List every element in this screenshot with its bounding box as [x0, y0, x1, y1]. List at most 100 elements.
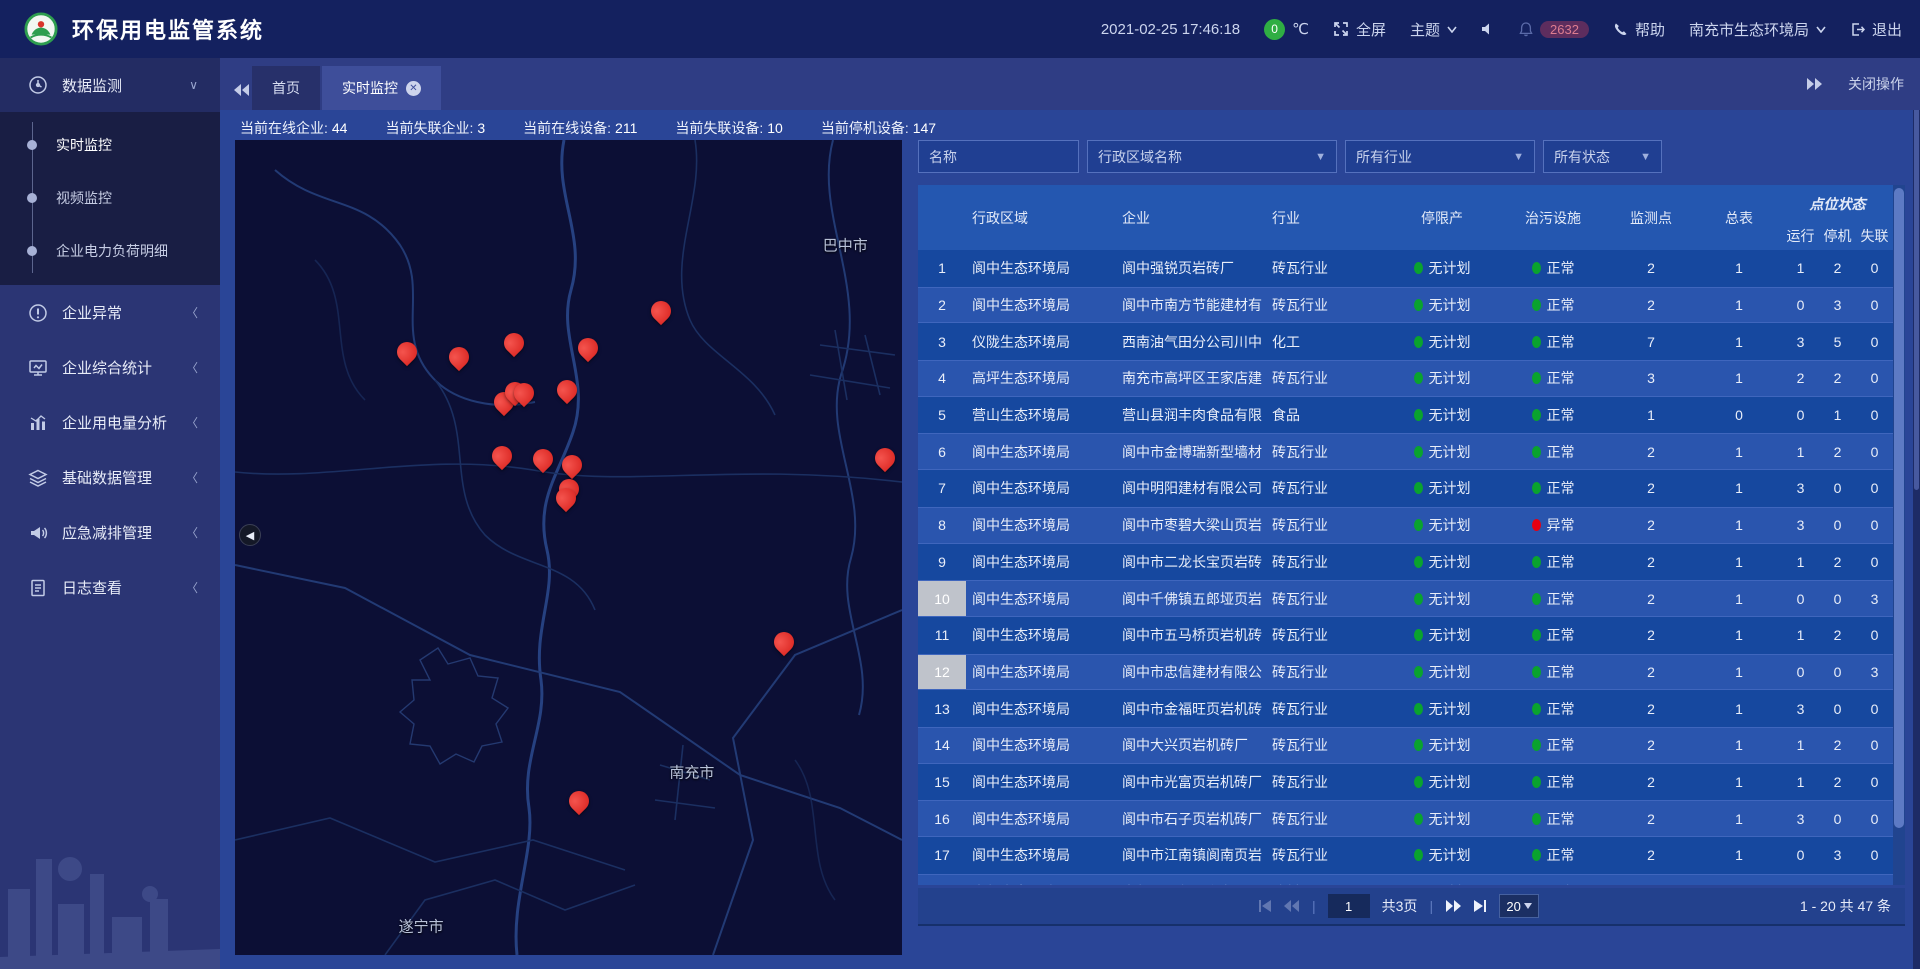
- table-row[interactable]: 1阆中生态环境局阆中强锐页岩砖厂砖瓦行业无计划正常21120: [918, 250, 1893, 287]
- table-row[interactable]: 18南部生态环境局南部县砒华山沟有限公建材加工无计划正常60060: [918, 874, 1893, 885]
- table-row[interactable]: 4高坪生态环境局南充市高坪区王家店建砖瓦行业无计划正常31220: [918, 360, 1893, 397]
- status-dot-green: [1414, 849, 1423, 861]
- table-row[interactable]: 16阆中生态环境局阆中市石子页岩机砖厂砖瓦行业无计划正常21300: [918, 800, 1893, 837]
- table-row[interactable]: 17阆中生态环境局阆中市江南镇阆南页岩砖瓦行业无计划正常21030: [918, 837, 1893, 874]
- tab-首页[interactable]: 首页: [252, 66, 320, 110]
- notifications-button[interactable]: 2632: [1519, 21, 1589, 38]
- cell-facility: 正常: [1500, 617, 1606, 654]
- cell-industry: 食品: [1266, 397, 1384, 434]
- cell-points: 6: [1606, 875, 1696, 885]
- cell-text: 阆中市南方节能建材有: [1122, 295, 1262, 315]
- industry-select[interactable]: 所有行业▼: [1345, 140, 1535, 173]
- cell-region: 阆中生态环境局: [966, 470, 1116, 507]
- map-panel[interactable]: 巴中市南充市遂宁市 ◀: [235, 140, 902, 955]
- last-page-button[interactable]: [1473, 900, 1487, 912]
- sidebar-group-企业综合统计[interactable]: 企业综合统计〈: [0, 340, 220, 395]
- sidebar-group-基础数据管理[interactable]: 基础数据管理〈: [0, 450, 220, 505]
- cell-run: 0: [1782, 397, 1819, 434]
- logout-button[interactable]: 退出: [1850, 19, 1902, 40]
- cell-facility: 正常: [1500, 837, 1606, 874]
- cell-company: 阆中大兴页岩机砖厂: [1116, 728, 1266, 763]
- cell-text: 砖瓦行业: [1272, 772, 1328, 792]
- cell-points: 3: [1606, 361, 1696, 396]
- sidebar-group-企业用电量分析[interactable]: 企业用电量分析〈: [0, 395, 220, 450]
- table-row[interactable]: 12阆中生态环境局阆中市忠信建材有限公砖瓦行业无计划正常21003: [918, 654, 1893, 691]
- cell-text: 1: [1735, 334, 1743, 350]
- cell-text: 正常: [1547, 845, 1575, 865]
- status-dot-green: [1532, 703, 1541, 715]
- window-scrollbar[interactable]: [1913, 58, 1920, 969]
- sidebar-group-数据监测[interactable]: 数据监测∨: [0, 58, 220, 112]
- cell-text: 5: [1834, 334, 1842, 350]
- cell-text: 1: [1735, 260, 1743, 276]
- status-select[interactable]: 所有状态▼: [1543, 140, 1662, 173]
- region-select[interactable]: 行政区域名称▼: [1087, 140, 1337, 173]
- cell-plan: 无计划: [1384, 323, 1500, 360]
- close-operations-button[interactable]: 关闭操作: [1848, 74, 1904, 94]
- first-page-button[interactable]: [1258, 900, 1272, 912]
- cell-text: 1: [1797, 627, 1805, 643]
- chevron-down-icon: ▼: [1640, 151, 1651, 163]
- cell-total: 1: [1696, 544, 1782, 581]
- table-row[interactable]: 13阆中生态环境局阆中市金福旺页岩机砖砖瓦行业无计划正常21300: [918, 690, 1893, 727]
- table-row[interactable]: 2阆中生态环境局阆中市南方节能建材有砖瓦行业无计划正常21030: [918, 287, 1893, 324]
- cell-region: 阆中生态环境局: [966, 544, 1116, 581]
- sidebar-item-实时监控[interactable]: 实时监控: [0, 118, 220, 171]
- cell-company: 阆中市忠信建材有限公: [1116, 655, 1266, 690]
- chevron-down-icon: ▼: [1315, 151, 1326, 163]
- table-row[interactable]: 5营山生态环境局营山县润丰肉食品有限食品无计划正常10010: [918, 397, 1893, 434]
- cell-lost: 0: [1856, 470, 1893, 507]
- cell-text: 阆中市五马桥页岩机砖: [1122, 625, 1262, 645]
- table-row[interactable]: 9阆中生态环境局阆中市二龙长宝页岩砖砖瓦行业无计划正常21120: [918, 544, 1893, 581]
- table-row[interactable]: 7阆中生态环境局阆中明阳建材有限公司砖瓦行业无计划正常21300: [918, 470, 1893, 507]
- org-dropdown[interactable]: 南充市生态环境局: [1689, 19, 1826, 40]
- help-button[interactable]: 帮助: [1613, 19, 1665, 40]
- row-number: 15: [918, 764, 966, 801]
- table-row[interactable]: 8阆中生态环境局阆中市枣碧大梁山页岩砖瓦行业无计划异常21300: [918, 507, 1893, 544]
- sidebar-item-企业电力负荷明细[interactable]: 企业电力负荷明细: [0, 224, 220, 277]
- page-number-input[interactable]: [1328, 894, 1370, 918]
- name-search-input[interactable]: 名称: [918, 140, 1079, 173]
- pager-divider: |: [1312, 898, 1316, 914]
- theme-dropdown[interactable]: 主题: [1410, 19, 1457, 40]
- table-row[interactable]: 15阆中生态环境局阆中市光富页岩机砖厂砖瓦行业无计划正常21120: [918, 764, 1893, 801]
- table-scrollbar[interactable]: [1893, 185, 1905, 885]
- table-row[interactable]: 3仪陇生态环境局西南油气田分公司川中化工无计划正常71350: [918, 323, 1893, 360]
- cell-facility: 正常: [1500, 655, 1606, 690]
- sidebar-group-应急减排管理[interactable]: 应急减排管理〈: [0, 505, 220, 560]
- cell-text: 1: [1735, 517, 1743, 533]
- page-size-select[interactable]: 20: [1499, 894, 1539, 918]
- map-collapse-button[interactable]: ◀: [239, 524, 261, 546]
- cell-text: 阆中生态环境局: [972, 772, 1070, 792]
- table-row[interactable]: 10阆中生态环境局阆中千佛镇五郎垭页岩砖瓦行业无计划正常21003: [918, 580, 1893, 617]
- cell-run: 1: [1782, 434, 1819, 469]
- table-row[interactable]: 14阆中生态环境局阆中大兴页岩机砖厂砖瓦行业无计划正常21120: [918, 727, 1893, 764]
- cell-facility: 正常: [1500, 581, 1606, 616]
- bullet-icon: [27, 193, 37, 203]
- cell-facility: 正常: [1500, 288, 1606, 323]
- tab-close-icon[interactable]: ✕: [406, 81, 421, 96]
- table-row[interactable]: 11阆中生态环境局阆中市五马桥页岩机砖砖瓦行业无计划正常21120: [918, 617, 1893, 654]
- tab-实时监控[interactable]: 实时监控✕: [322, 66, 441, 110]
- row-number: 2: [918, 288, 966, 323]
- sidebar-group-日志查看[interactable]: 日志查看〈: [0, 560, 220, 615]
- fullscreen-button[interactable]: 全屏: [1333, 19, 1386, 40]
- tabs-scroll-right-icon[interactable]: [1806, 78, 1822, 90]
- cell-text: 1: [1647, 407, 1655, 423]
- prev-page-button[interactable]: [1284, 900, 1300, 912]
- sound-button[interactable]: [1481, 22, 1495, 36]
- sidebar-item-视频监控[interactable]: 视频监控: [0, 171, 220, 224]
- gauge-icon: [28, 75, 50, 95]
- cell-text: 0: [1871, 260, 1879, 276]
- sidebar-group-企业异常[interactable]: 企业异常〈: [0, 285, 220, 340]
- cell-text: 砖瓦行业: [1272, 295, 1328, 315]
- cell-text: 9: [938, 554, 946, 570]
- megaphone-icon: [28, 523, 50, 543]
- tabs-scroll-left-icon[interactable]: [234, 84, 250, 96]
- cell-text: 无计划: [1429, 845, 1471, 865]
- column-header-监测点: 监测点: [1606, 185, 1696, 250]
- cell-total: 1: [1696, 617, 1782, 654]
- table-row[interactable]: 6阆中生态环境局阆中市金博瑞新型墙材砖瓦行业无计划正常21120: [918, 433, 1893, 470]
- cell-company: 南部县砒华山沟有限公: [1116, 875, 1266, 885]
- next-page-button[interactable]: [1445, 900, 1461, 912]
